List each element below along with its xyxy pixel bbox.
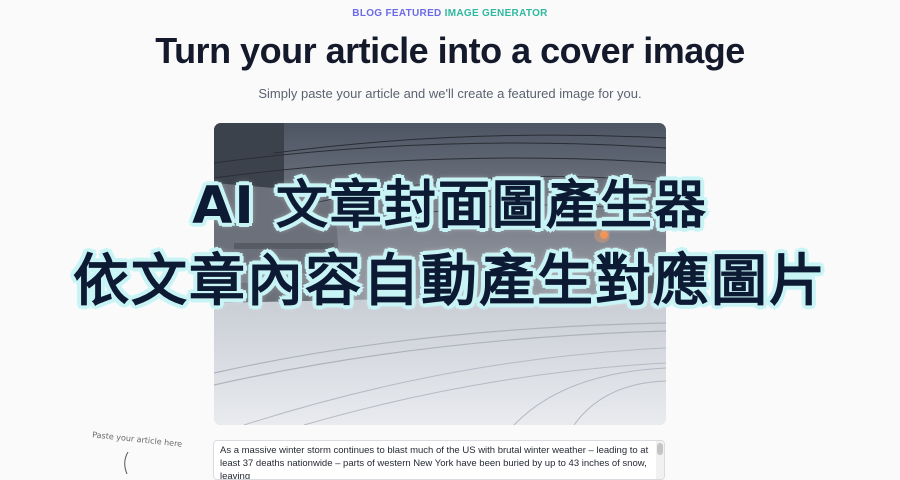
eyebrow-part-1: BLOG FEATURED [352,8,445,19]
article-textarea[interactable]: As a massive winter storm continues to b… [213,440,665,480]
overlay-banner-line-1: AI 文章封面圖產生器 [192,176,708,236]
article-scrollbar[interactable] [656,441,664,479]
paste-hint-note: Paste your article here [91,430,183,449]
eyebrow-part-2: IMAGE GENERATOR [444,8,548,19]
page-subtitle: Simply paste your article and we'll crea… [258,86,642,101]
hint-arrow-icon [124,452,129,474]
article-text: As a massive winter storm continues to b… [220,445,649,480]
article-scroll-thumb[interactable] [657,443,663,455]
eyebrow-label: BLOG FEATURED IMAGE GENERATOR [0,8,900,19]
page: BLOG FEATURED IMAGE GENERATOR Turn your … [0,0,900,480]
page-title: Turn your article into a cover image [155,30,745,71]
overlay-banner-line-2: 依文章內容自動產生對應圖片 [73,249,827,314]
